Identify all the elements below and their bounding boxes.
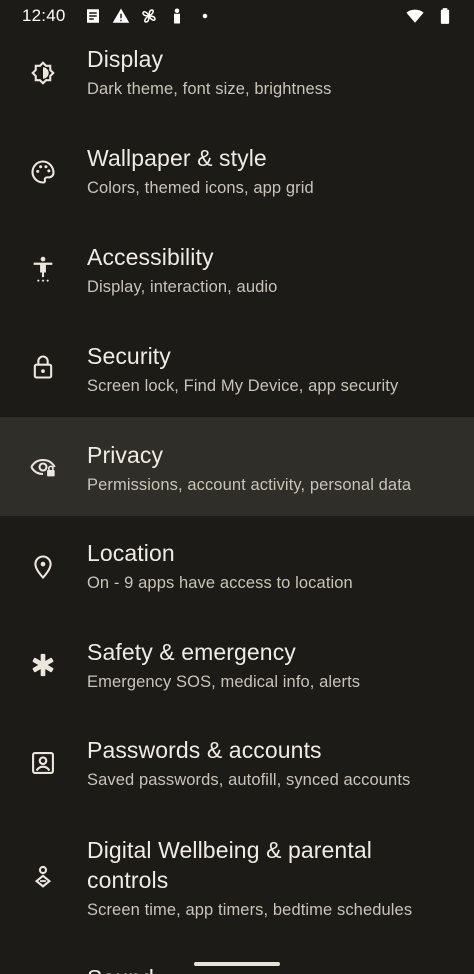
setting-subtitle: Screen lock, Find My Device, app securit… <box>87 377 399 395</box>
brightness-icon <box>28 58 58 88</box>
dot-icon <box>196 7 214 25</box>
setting-item-wallpaper-style[interactable]: Wallpaper & style Colors, themed icons, … <box>0 136 474 235</box>
setting-title: Accessibility <box>87 244 214 270</box>
setting-title: Digital Wellbeing & parental controls <box>87 837 372 893</box>
status-time: 12:40 <box>22 6 66 25</box>
notification-icons <box>84 7 214 25</box>
asterisk-icon <box>28 650 58 680</box>
setting-item-accessibility[interactable]: Accessibility Display, interaction, audi… <box>0 235 474 334</box>
setting-subtitle: Emergency SOS, medical info, alerts <box>87 673 361 691</box>
eye-lock-icon <box>28 452 58 482</box>
settings-screen: Display Dark theme, font size, brightnes… <box>0 0 474 974</box>
setting-subtitle: Dark theme, font size, brightness <box>87 80 332 98</box>
setting-title: Wallpaper & style <box>87 145 267 171</box>
setting-subtitle: Colors, themed icons, app grid <box>87 179 314 197</box>
system-status-icons <box>406 7 454 25</box>
setting-title: Safety & emergency <box>87 639 296 665</box>
news-icon <box>84 7 102 25</box>
setting-item-passwords-accounts[interactable]: Passwords & accounts Saved passwords, au… <box>0 714 474 813</box>
wifi-icon <box>406 7 424 25</box>
account-box-icon <box>28 748 58 778</box>
setting-item-privacy[interactable]: Privacy Permissions, account activity, p… <box>0 417 474 516</box>
lock-icon <box>28 352 58 382</box>
setting-title: Passwords & accounts <box>87 737 322 763</box>
setting-item-location[interactable]: Location On - 9 apps have access to loca… <box>0 516 474 615</box>
setting-title: Location <box>87 540 175 566</box>
status-bar: 12:40 <box>0 0 474 32</box>
setting-subtitle: Display, interaction, audio <box>87 278 278 296</box>
wellbeing-icon <box>28 862 58 892</box>
setting-subtitle: Saved passwords, autofill, synced accoun… <box>87 771 411 789</box>
setting-title: Privacy <box>87 442 164 468</box>
setting-title: Display <box>87 46 164 72</box>
setting-subtitle: Screen time, app timers, bedtime schedul… <box>87 901 413 919</box>
accessibility-icon <box>28 254 58 284</box>
battery-icon <box>436 7 454 25</box>
setting-item-sound[interactable]: Sound <box>0 943 474 974</box>
setting-item-digital-wellbeing[interactable]: Digital Wellbeing & parental controls Sc… <box>0 813 474 943</box>
setting-title: Security <box>87 343 171 369</box>
fan-icon <box>140 7 158 25</box>
setting-item-safety-emergency[interactable]: Safety & emergency Emergency SOS, medica… <box>0 615 474 714</box>
setting-subtitle: Permissions, account activity, personal … <box>87 476 412 494</box>
gesture-nav-handle[interactable] <box>194 962 280 966</box>
setting-subtitle: On - 9 apps have access to location <box>87 574 353 592</box>
setting-item-display[interactable]: Display Dark theme, font size, brightnes… <box>0 40 474 136</box>
palette-icon <box>28 157 58 187</box>
location-pin-icon <box>28 552 58 582</box>
alert-icon <box>112 7 130 25</box>
setting-item-security[interactable]: Security Screen lock, Find My Device, ap… <box>0 334 474 417</box>
accessibility-person-icon <box>168 7 186 25</box>
